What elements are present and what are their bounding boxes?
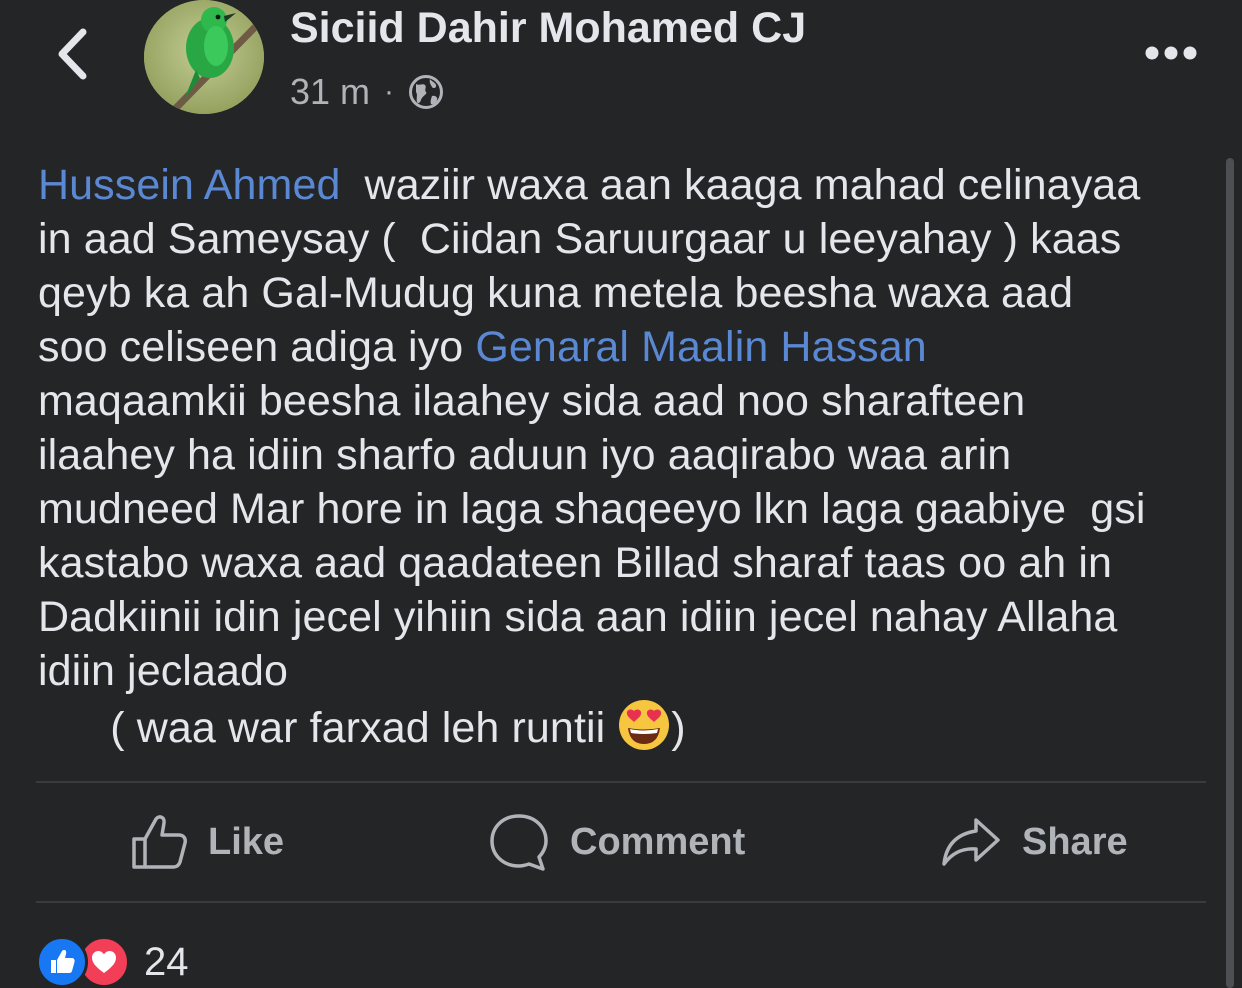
comment-label: Comment (570, 820, 746, 863)
like-label: Like (208, 820, 285, 863)
post-text-segment: in aad Sameysay ( Ciidan Saruurgaar u le… (38, 215, 1122, 263)
scrollbar[interactable] (1226, 158, 1234, 988)
post-body-line: in aad Sameysay ( Ciidan Saruurgaar u le… (38, 212, 1213, 266)
share-label: Share (1022, 820, 1128, 863)
back-button[interactable] (44, 22, 100, 86)
share-button[interactable]: Share (940, 812, 1128, 872)
more-dots-icon (1145, 46, 1197, 60)
post-body-line: ilaahey ha idiin sharfo aduun iyo aaqira… (38, 428, 1213, 482)
post-body-line: maqaamkii beesha ilaahey sida aad noo sh… (38, 374, 1213, 428)
comment-button[interactable]: Comment (488, 812, 745, 872)
post-body-line: mudneed Mar hore in laga shaqeeyo lkn la… (38, 482, 1213, 536)
avatar-bird-image (144, 0, 264, 114)
reaction-count: 24 (144, 939, 189, 984)
post-meta: 31 m · (290, 70, 444, 114)
post-body-line: Hussein Ahmed waziir waxa aan kaaga maha… (38, 158, 1213, 212)
post-text-segment: ) (671, 704, 686, 752)
like-button[interactable]: Like (130, 812, 284, 872)
post-body-line: Dadkiinii idin jecel yihiin sida aan idi… (38, 590, 1213, 644)
post-text-segment: Dadkiinii idin jecel yihiin sida aan idi… (38, 593, 1118, 641)
more-options-button[interactable] (1140, 36, 1202, 70)
post-text-segment: kastabo waxa aad qaadateen Billad sharaf… (38, 539, 1112, 587)
mention-link[interactable]: Hussein Ahmed (38, 161, 340, 209)
post-text-segment: soo celiseen adiga iyo (38, 323, 476, 371)
post-body-line: idiin jeclaado (38, 644, 1213, 698)
thumbs-up-reaction-icon (36, 936, 88, 988)
reactions-summary[interactable]: 24 (36, 936, 189, 988)
heart-eyes-emoji-icon (617, 698, 671, 752)
post-header: Siciid Dahir Mohamed CJ 31 m · (0, 0, 1242, 130)
globe-icon (409, 75, 444, 109)
avatar[interactable] (144, 0, 264, 114)
post-body-line: soo celiseen adiga iyo Genaral Maalin Ha… (38, 320, 1213, 374)
post-text-segment: ( waa war farxad leh runtii (38, 704, 606, 752)
thumbs-up-icon (132, 815, 187, 869)
post-body-line: qeyb ka ah Gal-Mudug kuna metela beesha … (38, 266, 1213, 320)
divider-bottom (36, 901, 1206, 903)
post-text-segment: waziir waxa aan kaaga mahad celinayaa (340, 161, 1141, 209)
share-arrow-icon (942, 818, 1000, 866)
post-time[interactable]: 31 m (290, 71, 370, 113)
post-actions-bar: Like Comment Share (36, 784, 1206, 902)
post-text-segment: qeyb ka ah Gal-Mudug kuna metela beesha … (38, 269, 1074, 317)
comment-bubble-icon (490, 814, 548, 871)
post-text-segment: maqaamkii beesha ilaahey sida aad noo sh… (38, 377, 1026, 425)
post-body-line: ( waa war farxad leh runtii) (38, 698, 1213, 752)
mention-link[interactable]: Genaral Maalin Hassan (475, 323, 926, 371)
divider-top (36, 781, 1206, 783)
post-text-segment: ilaahey ha idiin sharfo aduun iyo aaqira… (38, 431, 1012, 479)
post-body: Hussein Ahmed waziir waxa aan kaaga maha… (38, 158, 1213, 752)
meta-separator: · (384, 75, 395, 108)
chevron-left-icon (58, 28, 87, 80)
post-text-segment: idiin jeclaado (38, 647, 289, 695)
post-text-segment: mudneed Mar hore in laga shaqeeyo lkn la… (38, 485, 1146, 533)
post-body-line: kastabo waxa aad qaadateen Billad sharaf… (38, 536, 1213, 590)
author-name[interactable]: Siciid Dahir Mohamed CJ (290, 4, 806, 53)
